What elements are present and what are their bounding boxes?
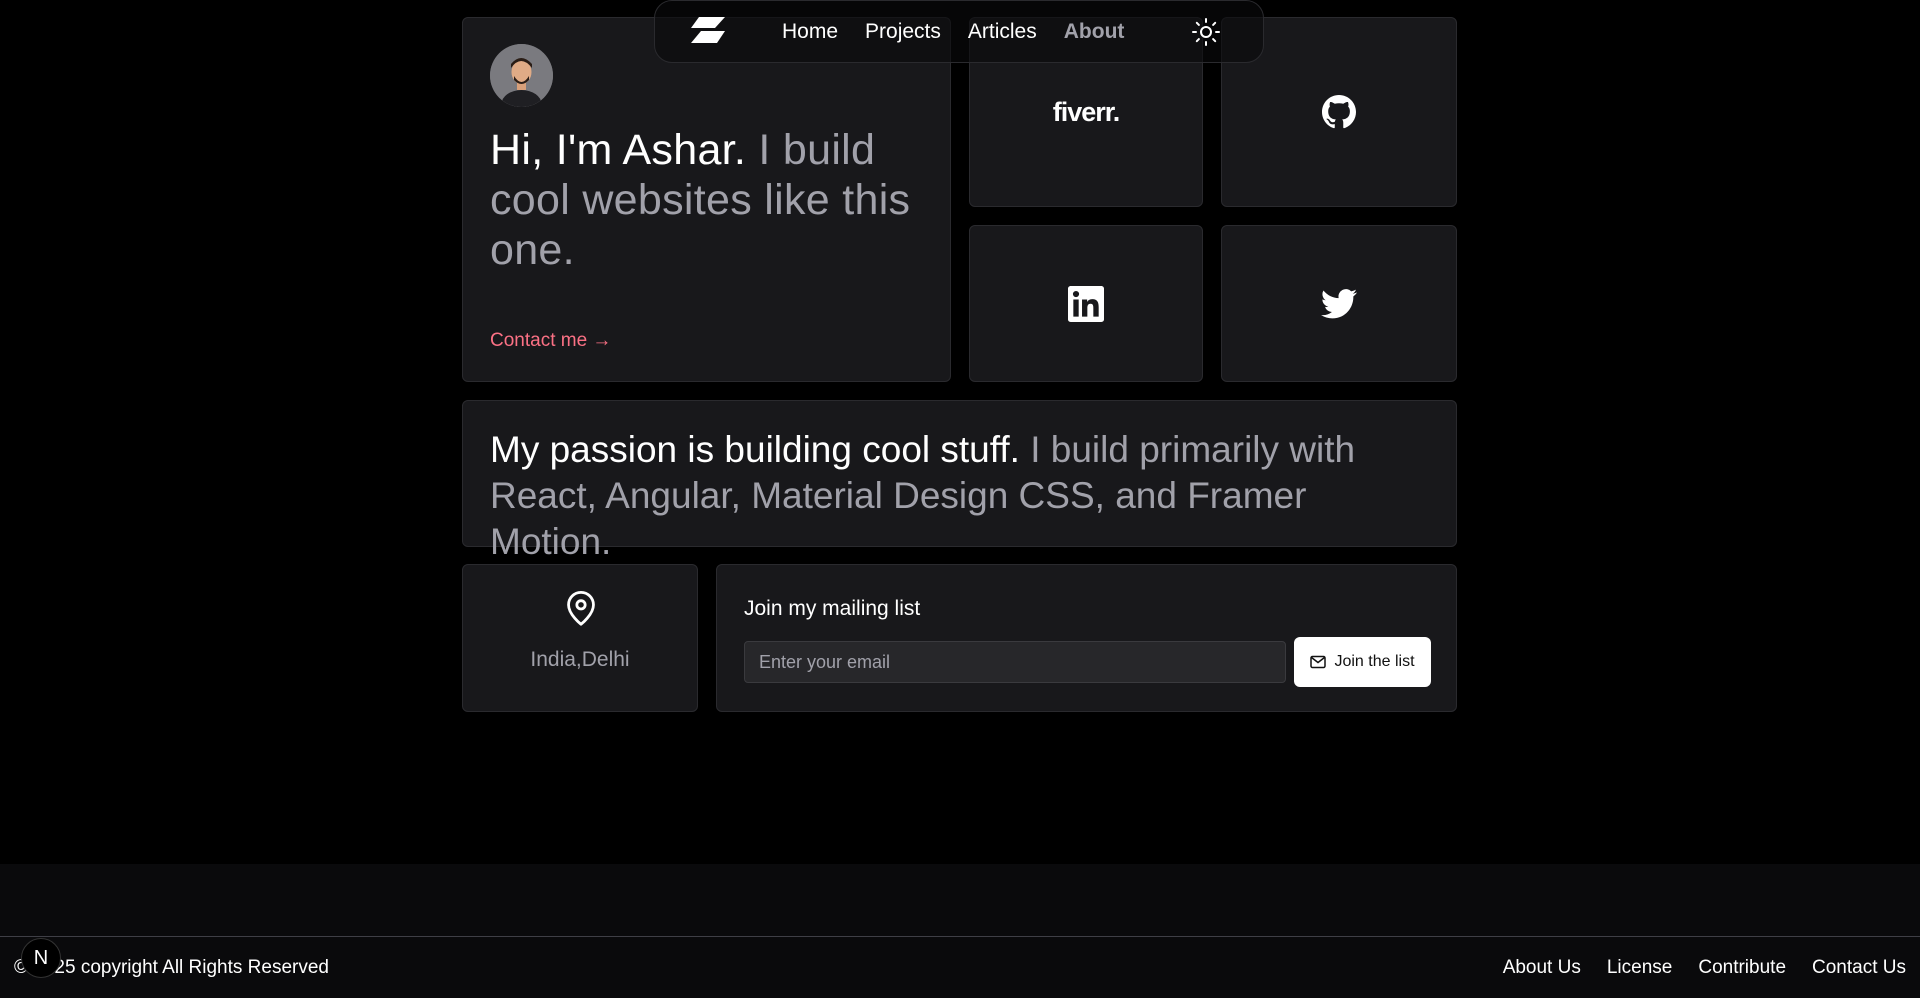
nav-links: Home Projects Articles About — [782, 20, 1124, 44]
site-logo-icon[interactable] — [691, 17, 725, 43]
footer-link-about-us[interactable]: About Us — [1503, 957, 1581, 979]
hero-headline: Hi, I'm Ashar. I build cool websites lik… — [490, 125, 930, 275]
nav-link-projects[interactable]: Projects — [865, 20, 941, 44]
mailing-list-title: Join my mailing list — [744, 597, 921, 620]
n-badge-icon[interactable]: N — [21, 938, 61, 978]
email-input[interactable] — [744, 641, 1286, 683]
join-list-label: Join the list — [1334, 653, 1415, 670]
sun-icon[interactable] — [1192, 18, 1220, 46]
join-list-button[interactable]: Join the list — [1294, 637, 1431, 687]
mailing-list-card: Join my mailing list Join the list — [716, 564, 1457, 712]
passion-text: My passion is building cool stuff. I bui… — [490, 427, 1420, 565]
footer-link-contribute[interactable]: Contribute — [1698, 957, 1786, 979]
nav-link-articles[interactable]: Articles — [968, 20, 1037, 44]
nav-link-home[interactable]: Home — [782, 20, 838, 44]
github-icon — [1322, 95, 1356, 129]
footer-link-contact-us[interactable]: Contact Us — [1812, 957, 1906, 979]
passion-strong: My passion is building cool stuff. — [490, 429, 1020, 470]
copyright-text: © 2025 copyright All Rights Reserved — [14, 957, 329, 978]
hero-headline-strong: Hi, I'm Ashar. — [490, 126, 747, 174]
fiverr-logo: fiverr. — [1052, 96, 1121, 127]
location-city: India,Delhi — [530, 648, 630, 671]
passion-card: My passion is building cool stuff. I bui… — [462, 400, 1457, 562]
location-card: India,Delhi — [462, 564, 698, 712]
footer-divider — [0, 936, 1920, 937]
twitter-icon — [1321, 288, 1357, 318]
twitter-card[interactable] — [1221, 225, 1457, 382]
footer-link-license[interactable]: License — [1607, 957, 1673, 979]
linkedin-icon — [1068, 285, 1104, 322]
top-navbar: Home Projects Articles About — [654, 0, 1264, 63]
mail-icon — [1310, 655, 1327, 669]
linkedin-card[interactable] — [969, 225, 1203, 382]
avatar — [490, 44, 553, 107]
footer-links: About Us License Contribute Contact Us — [1503, 957, 1906, 979]
contact-me-link[interactable]: Contact me → — [490, 330, 611, 352]
intro-card: Hi, I'm Ashar. I build cool websites lik… — [462, 17, 951, 382]
nav-link-about[interactable]: About — [1064, 20, 1125, 44]
map-pin-icon — [567, 591, 595, 626]
